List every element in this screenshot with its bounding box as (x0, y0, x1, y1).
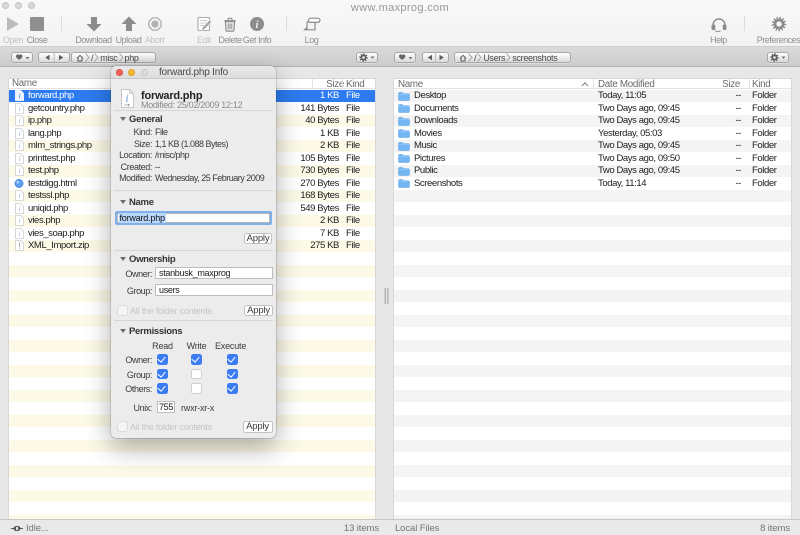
svg-text:i: i (256, 20, 259, 31)
svg-text:!: ! (18, 242, 20, 251)
svg-text:i: i (125, 91, 128, 105)
